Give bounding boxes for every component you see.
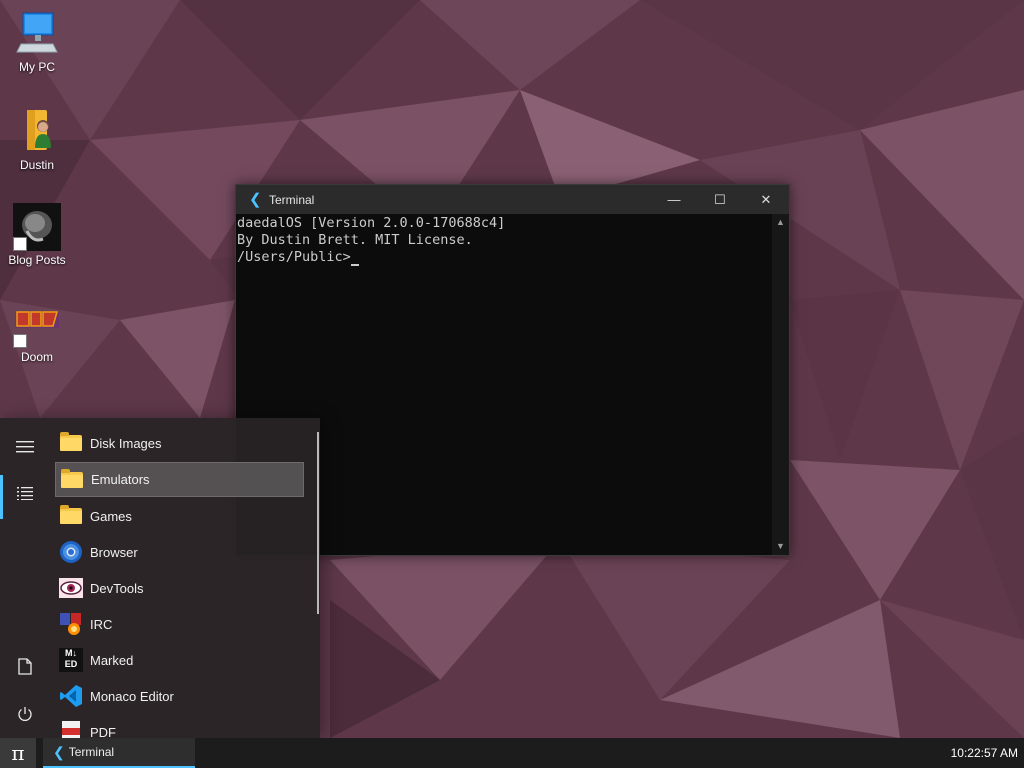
window-title: Terminal xyxy=(269,192,315,207)
program-label: IRC xyxy=(90,616,113,632)
program-label: Browser xyxy=(90,544,138,560)
program-monaco-editor[interactable]: Monaco Editor xyxy=(55,679,304,713)
shortcut-arrow-icon xyxy=(13,237,27,251)
maximize-button[interactable]: ☐ xyxy=(697,185,743,214)
shortcut-arrow-icon xyxy=(13,334,27,348)
program-label: Games xyxy=(90,508,132,524)
folder-icon xyxy=(59,504,83,528)
terminal-icon: ❮ xyxy=(53,743,65,760)
blog-posts-icon xyxy=(13,203,61,251)
terminal-prompt-line: /Users/Public> xyxy=(237,249,772,266)
start-menu-sidebar xyxy=(0,418,50,738)
browser-icon xyxy=(59,540,83,564)
program-devtools[interactable]: DevTools xyxy=(55,571,304,605)
monaco-editor-icon xyxy=(59,684,83,708)
desktop-icon-doom[interactable]: Doom xyxy=(6,304,68,364)
desktop-icon-label: Dustin xyxy=(19,158,54,172)
scroll-up-icon[interactable]: ▲ xyxy=(772,214,789,231)
folder-icon xyxy=(59,431,83,455)
user-folder-icon xyxy=(13,108,61,156)
start-menu[interactable]: Disk Images Emulators Games Browser DevT… xyxy=(0,418,320,743)
desktop-icon-dustin[interactable]: Dustin xyxy=(6,108,68,172)
program-disk-images[interactable]: Disk Images xyxy=(55,426,304,460)
menu-icon[interactable] xyxy=(0,424,50,470)
program-label: Marked xyxy=(90,652,134,668)
folder-icon xyxy=(60,468,84,492)
scroll-down-icon[interactable]: ▼ xyxy=(772,538,789,555)
program-label: Monaco Editor xyxy=(90,688,174,704)
terminal-line: By Dustin Brett. MIT License. xyxy=(237,232,473,248)
irc-icon xyxy=(59,612,83,636)
terminal-titlebar[interactable]: ❮ Terminal — ☐ ✕ xyxy=(236,185,789,214)
taskbar: π ❮ Terminal 10:22:57 AM xyxy=(0,738,1024,768)
all-apps-icon[interactable] xyxy=(0,470,50,519)
desktop-icon-my-pc[interactable]: My PC xyxy=(6,10,68,74)
terminal-line: daedalOS [Version 2.0.0-170688c4] xyxy=(237,215,506,231)
program-list: Disk Images Emulators Games Browser DevT… xyxy=(55,426,304,751)
documents-icon[interactable] xyxy=(0,643,50,689)
terminal-cursor xyxy=(350,252,359,266)
start-button[interactable]: π xyxy=(0,738,36,768)
terminal-scrollbar[interactable]: ▲ ▼ xyxy=(772,214,789,555)
terminal-icon: ❮ xyxy=(249,191,262,208)
desktop-icon-label: Blog Posts xyxy=(8,253,66,267)
marked-icon-bottom: ED xyxy=(64,659,78,669)
doom-icon xyxy=(13,304,61,348)
minimize-button[interactable]: — xyxy=(651,185,697,214)
power-icon[interactable] xyxy=(0,691,50,737)
marked-icon-top: M↓ xyxy=(65,648,77,658)
clock[interactable]: 10:22:57 AM xyxy=(951,738,1018,768)
marked-icon: M↓ ED xyxy=(59,648,83,672)
devtools-icon xyxy=(59,576,83,600)
taskbar-entry-terminal[interactable]: ❮ Terminal xyxy=(43,738,195,768)
program-irc[interactable]: IRC xyxy=(55,607,304,641)
program-marked[interactable]: M↓ ED Marked xyxy=(55,643,304,677)
close-button[interactable]: ✕ xyxy=(743,185,789,214)
program-label: Emulators xyxy=(91,472,150,487)
computer-icon xyxy=(13,10,61,58)
program-label: Disk Images xyxy=(90,435,162,451)
desktop-icon-label: My PC xyxy=(19,60,55,74)
taskbar-entry-label: Terminal xyxy=(68,745,115,759)
program-emulators[interactable]: Emulators xyxy=(55,462,304,497)
desktop-icon-blog-posts[interactable]: Blog Posts xyxy=(6,203,68,267)
start-menu-scrollbar[interactable] xyxy=(317,432,319,614)
program-browser[interactable]: Browser xyxy=(55,535,304,569)
program-label: DevTools xyxy=(90,580,144,596)
terminal-prompt: /Users/Public> xyxy=(237,249,351,265)
desktop-icon-label: Doom xyxy=(20,350,53,364)
program-games[interactable]: Games xyxy=(55,499,304,533)
